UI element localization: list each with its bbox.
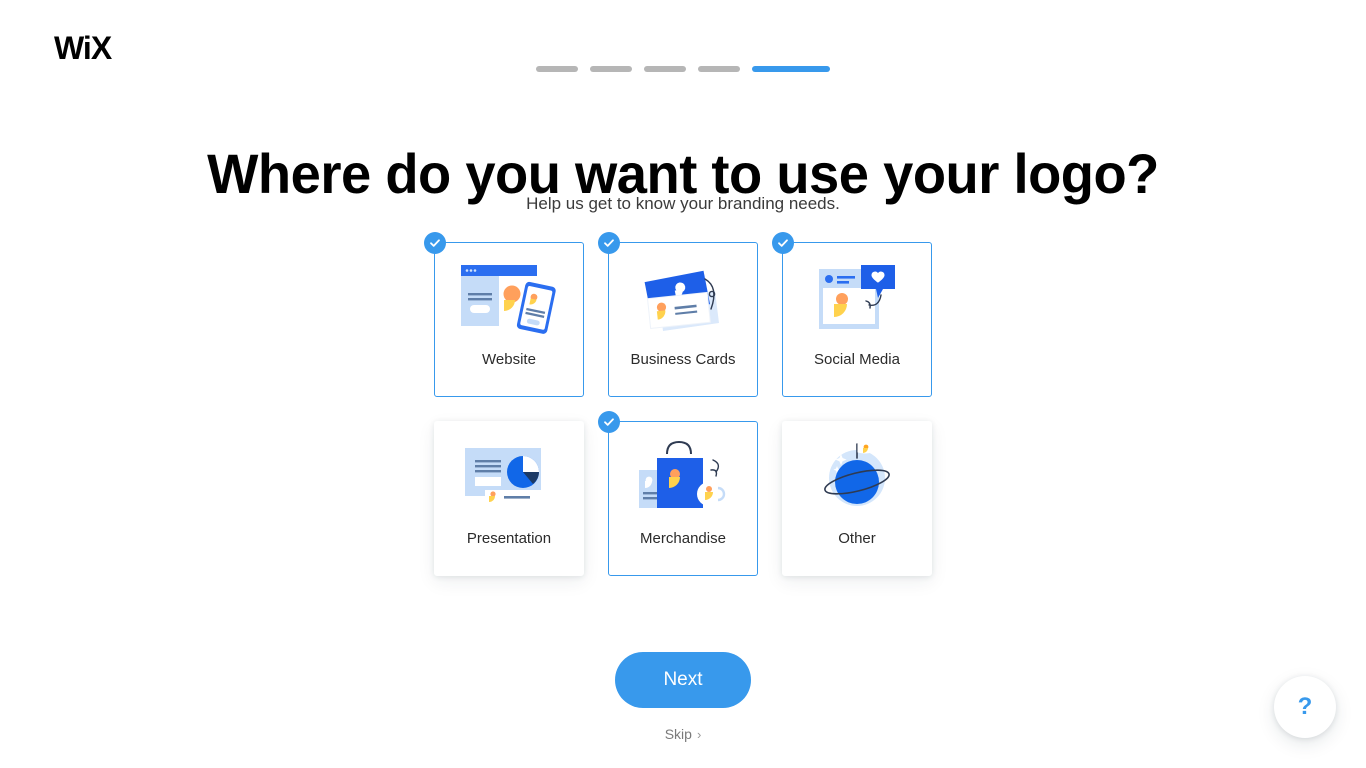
progress-segment-1 [536, 66, 578, 72]
next-button[interactable]: Next [615, 652, 751, 708]
option-card-business-cards[interactable]: Business Cards [598, 232, 758, 397]
other-planet-illustration [782, 428, 932, 528]
chevron-right-icon: › [696, 726, 702, 742]
wix-logo[interactable]: WiX [54, 32, 138, 66]
svg-text:WiX: WiX [54, 32, 113, 66]
option-label: Business Cards [630, 351, 736, 368]
skip-label: Skip [664, 726, 692, 742]
wix-logo-icon: WiX [54, 32, 114, 66]
options-row-2: Presentation Merchandise Other [434, 411, 932, 576]
check-icon [772, 232, 794, 254]
option-label: Website [482, 351, 536, 368]
website-illustration [434, 249, 584, 349]
option-card-presentation[interactable]: Presentation [434, 421, 584, 576]
options-grid: Website Business Cards Social Media Pres… [0, 232, 1366, 576]
merchandise-illustration [608, 428, 758, 528]
check-icon [424, 232, 446, 254]
option-label: Social Media [814, 351, 900, 368]
options-row-1: Website Business Cards Social Media [424, 232, 932, 397]
skip-link[interactable]: Skip › [665, 726, 702, 742]
option-card-other[interactable]: Other [782, 421, 932, 576]
help-button[interactable]: ? [1274, 676, 1336, 738]
option-label: Merchandise [640, 530, 726, 547]
progress-segment-4 [698, 66, 740, 72]
progress-segment-5 [752, 66, 830, 72]
presentation-illustration [434, 428, 584, 528]
progress-segment-3 [644, 66, 686, 72]
onboarding-page: WiX Where do you want to use your logo? … [0, 0, 1366, 768]
option-label: Presentation [466, 530, 552, 547]
business-cards-illustration [608, 249, 758, 349]
progress-segment-2 [590, 66, 632, 72]
option-label: Other [838, 530, 876, 547]
social-media-illustration [782, 249, 932, 349]
progress-indicator [0, 66, 1366, 72]
check-icon [598, 411, 620, 433]
check-icon [598, 232, 620, 254]
option-card-merchandise[interactable]: Merchandise [598, 411, 758, 576]
option-card-website[interactable]: Website [424, 232, 584, 397]
page-subtitle: Help us get to know your branding needs. [526, 194, 840, 213]
option-card-social-media[interactable]: Social Media [772, 232, 932, 397]
